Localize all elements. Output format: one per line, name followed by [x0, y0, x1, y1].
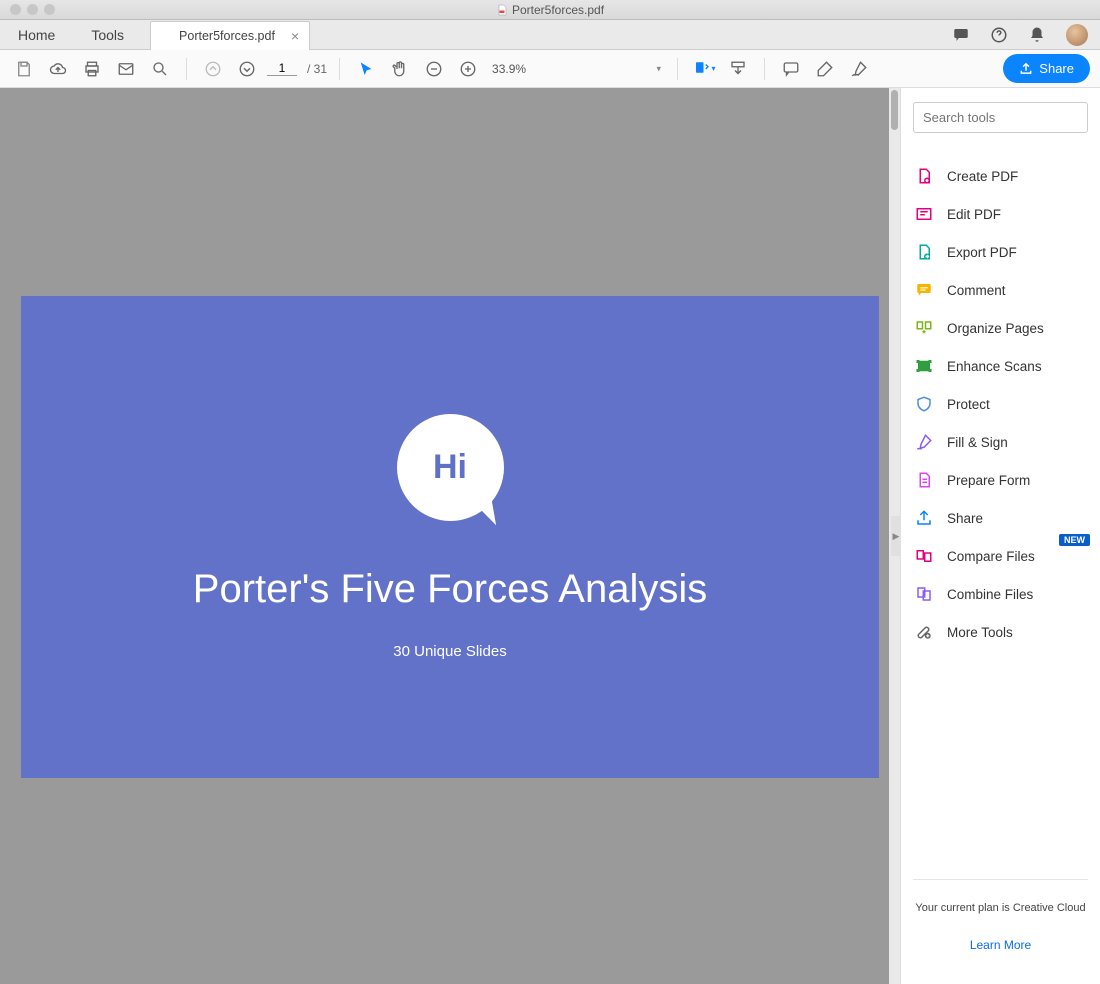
enhance-icon — [915, 357, 933, 375]
save-button[interactable] — [10, 55, 38, 83]
comment-icon — [915, 281, 933, 299]
separator — [339, 58, 340, 80]
prepare-form-icon — [915, 471, 933, 489]
tool-label: Fill & Sign — [947, 435, 1008, 450]
select-tool-button[interactable] — [352, 55, 380, 83]
help-icon[interactable] — [990, 26, 1008, 44]
print-button[interactable] — [78, 55, 106, 83]
right-panel-toggle[interactable]: ▶ — [891, 516, 901, 556]
tool-combine-files[interactable]: Combine Files — [913, 575, 1088, 613]
cloud-upload-button[interactable] — [44, 55, 72, 83]
tool-protect[interactable]: Protect — [913, 385, 1088, 423]
tool-enhance-scans[interactable]: Enhance Scans — [913, 347, 1088, 385]
share-icon — [1019, 62, 1033, 76]
edit-pdf-icon — [915, 205, 933, 223]
organize-icon — [915, 319, 933, 337]
tool-label: Protect — [947, 397, 990, 412]
tool-more-tools[interactable]: More Tools — [913, 613, 1088, 651]
compare-icon — [915, 547, 933, 565]
search-button[interactable] — [146, 55, 174, 83]
content-area: ▶ Hi Porter's Five Forces Analysis 30 Un… — [0, 88, 1100, 984]
tab-home[interactable]: Home — [0, 20, 73, 49]
tab-close-button[interactable]: × — [291, 28, 299, 44]
new-badge: NEW — [1059, 534, 1090, 546]
maximize-window-button[interactable] — [44, 4, 55, 15]
separator — [764, 58, 765, 80]
tool-label: Enhance Scans — [947, 359, 1042, 374]
fill-sign-icon — [915, 433, 933, 451]
tab-bar: Home Tools Porter5forces.pdf × — [0, 20, 1100, 50]
tool-label: Compare Files — [947, 549, 1035, 564]
create-pdf-icon — [915, 167, 933, 185]
highlight-tool-button[interactable] — [811, 55, 839, 83]
bell-icon[interactable] — [1028, 26, 1046, 44]
share-tool-icon — [915, 509, 933, 527]
fit-page-button[interactable]: ▾ — [690, 55, 718, 83]
share-button[interactable]: Share — [1003, 54, 1090, 83]
hand-tool-button[interactable] — [386, 55, 414, 83]
toolbar: / 31 ▾ Share — [0, 50, 1100, 88]
email-button[interactable] — [112, 55, 140, 83]
scrollbar-thumb[interactable] — [891, 90, 898, 130]
tool-create-pdf[interactable]: Create PDF — [913, 157, 1088, 195]
bubble-text: Hi — [433, 448, 467, 487]
export-pdf-icon — [915, 243, 933, 261]
learn-more-link[interactable]: Learn More — [913, 938, 1088, 970]
minimize-window-button[interactable] — [27, 4, 38, 15]
page-down-button[interactable] — [233, 55, 261, 83]
tool-label: Share — [947, 511, 983, 526]
tool-share[interactable]: Share — [913, 499, 1088, 537]
tool-compare-files[interactable]: Compare Files NEW — [913, 537, 1088, 575]
tool-label: Export PDF — [947, 245, 1017, 260]
tool-label: Combine Files — [947, 587, 1033, 602]
tool-label: Edit PDF — [947, 207, 1001, 222]
chat-icon[interactable] — [952, 26, 970, 44]
slide-subtitle: 30 Unique Slides — [393, 643, 506, 660]
pdf-page-1: Hi Porter's Five Forces Analysis 30 Uniq… — [21, 296, 879, 778]
user-avatar[interactable] — [1066, 24, 1088, 46]
traffic-lights — [0, 4, 55, 15]
plan-info-text: Your current plan is Creative Cloud — [913, 902, 1088, 914]
page-display-button[interactable] — [724, 55, 752, 83]
pdf-file-icon — [496, 4, 508, 16]
slide-title: Porter's Five Forces Analysis — [193, 565, 707, 613]
separator — [677, 58, 678, 80]
separator — [186, 58, 187, 80]
more-tools-icon — [915, 623, 933, 641]
protect-icon — [915, 395, 933, 413]
tools-sidebar: ▶ Create PDF Edit PDF Export PDF Comment… — [900, 88, 1100, 984]
tool-label: Organize Pages — [947, 321, 1044, 336]
speech-bubble-icon: Hi — [397, 414, 504, 521]
window-title-text: Porter5forces.pdf — [512, 3, 604, 17]
combine-icon — [915, 585, 933, 603]
tool-label: More Tools — [947, 625, 1013, 640]
share-button-label: Share — [1039, 61, 1074, 76]
zoom-level-select[interactable] — [488, 58, 665, 80]
page-total-label: / 31 — [307, 62, 327, 76]
close-window-button[interactable] — [10, 4, 21, 15]
tool-label: Prepare Form — [947, 473, 1030, 488]
tab-document-label: Porter5forces.pdf — [179, 29, 275, 43]
zoom-in-button[interactable] — [454, 55, 482, 83]
search-tools-input[interactable] — [913, 102, 1088, 133]
document-viewport[interactable]: Hi Porter's Five Forces Analysis 30 Uniq… — [0, 88, 900, 984]
sign-tool-button[interactable] — [845, 55, 873, 83]
tool-prepare-form[interactable]: Prepare Form — [913, 461, 1088, 499]
tool-export-pdf[interactable]: Export PDF — [913, 233, 1088, 271]
tool-label: Create PDF — [947, 169, 1018, 184]
zoom-out-button[interactable] — [420, 55, 448, 83]
window-titlebar: Porter5forces.pdf — [0, 0, 1100, 20]
tool-comment[interactable]: Comment — [913, 271, 1088, 309]
tab-tools[interactable]: Tools — [73, 20, 142, 49]
tool-label: Comment — [947, 283, 1006, 298]
tab-document[interactable]: Porter5forces.pdf × — [150, 21, 310, 50]
tool-organize-pages[interactable]: Organize Pages — [913, 309, 1088, 347]
window-title: Porter5forces.pdf — [496, 3, 604, 17]
page-up-button[interactable] — [199, 55, 227, 83]
tool-fill-sign[interactable]: Fill & Sign — [913, 423, 1088, 461]
comment-tool-button[interactable] — [777, 55, 805, 83]
page-number-input[interactable] — [267, 61, 297, 76]
tool-edit-pdf[interactable]: Edit PDF — [913, 195, 1088, 233]
